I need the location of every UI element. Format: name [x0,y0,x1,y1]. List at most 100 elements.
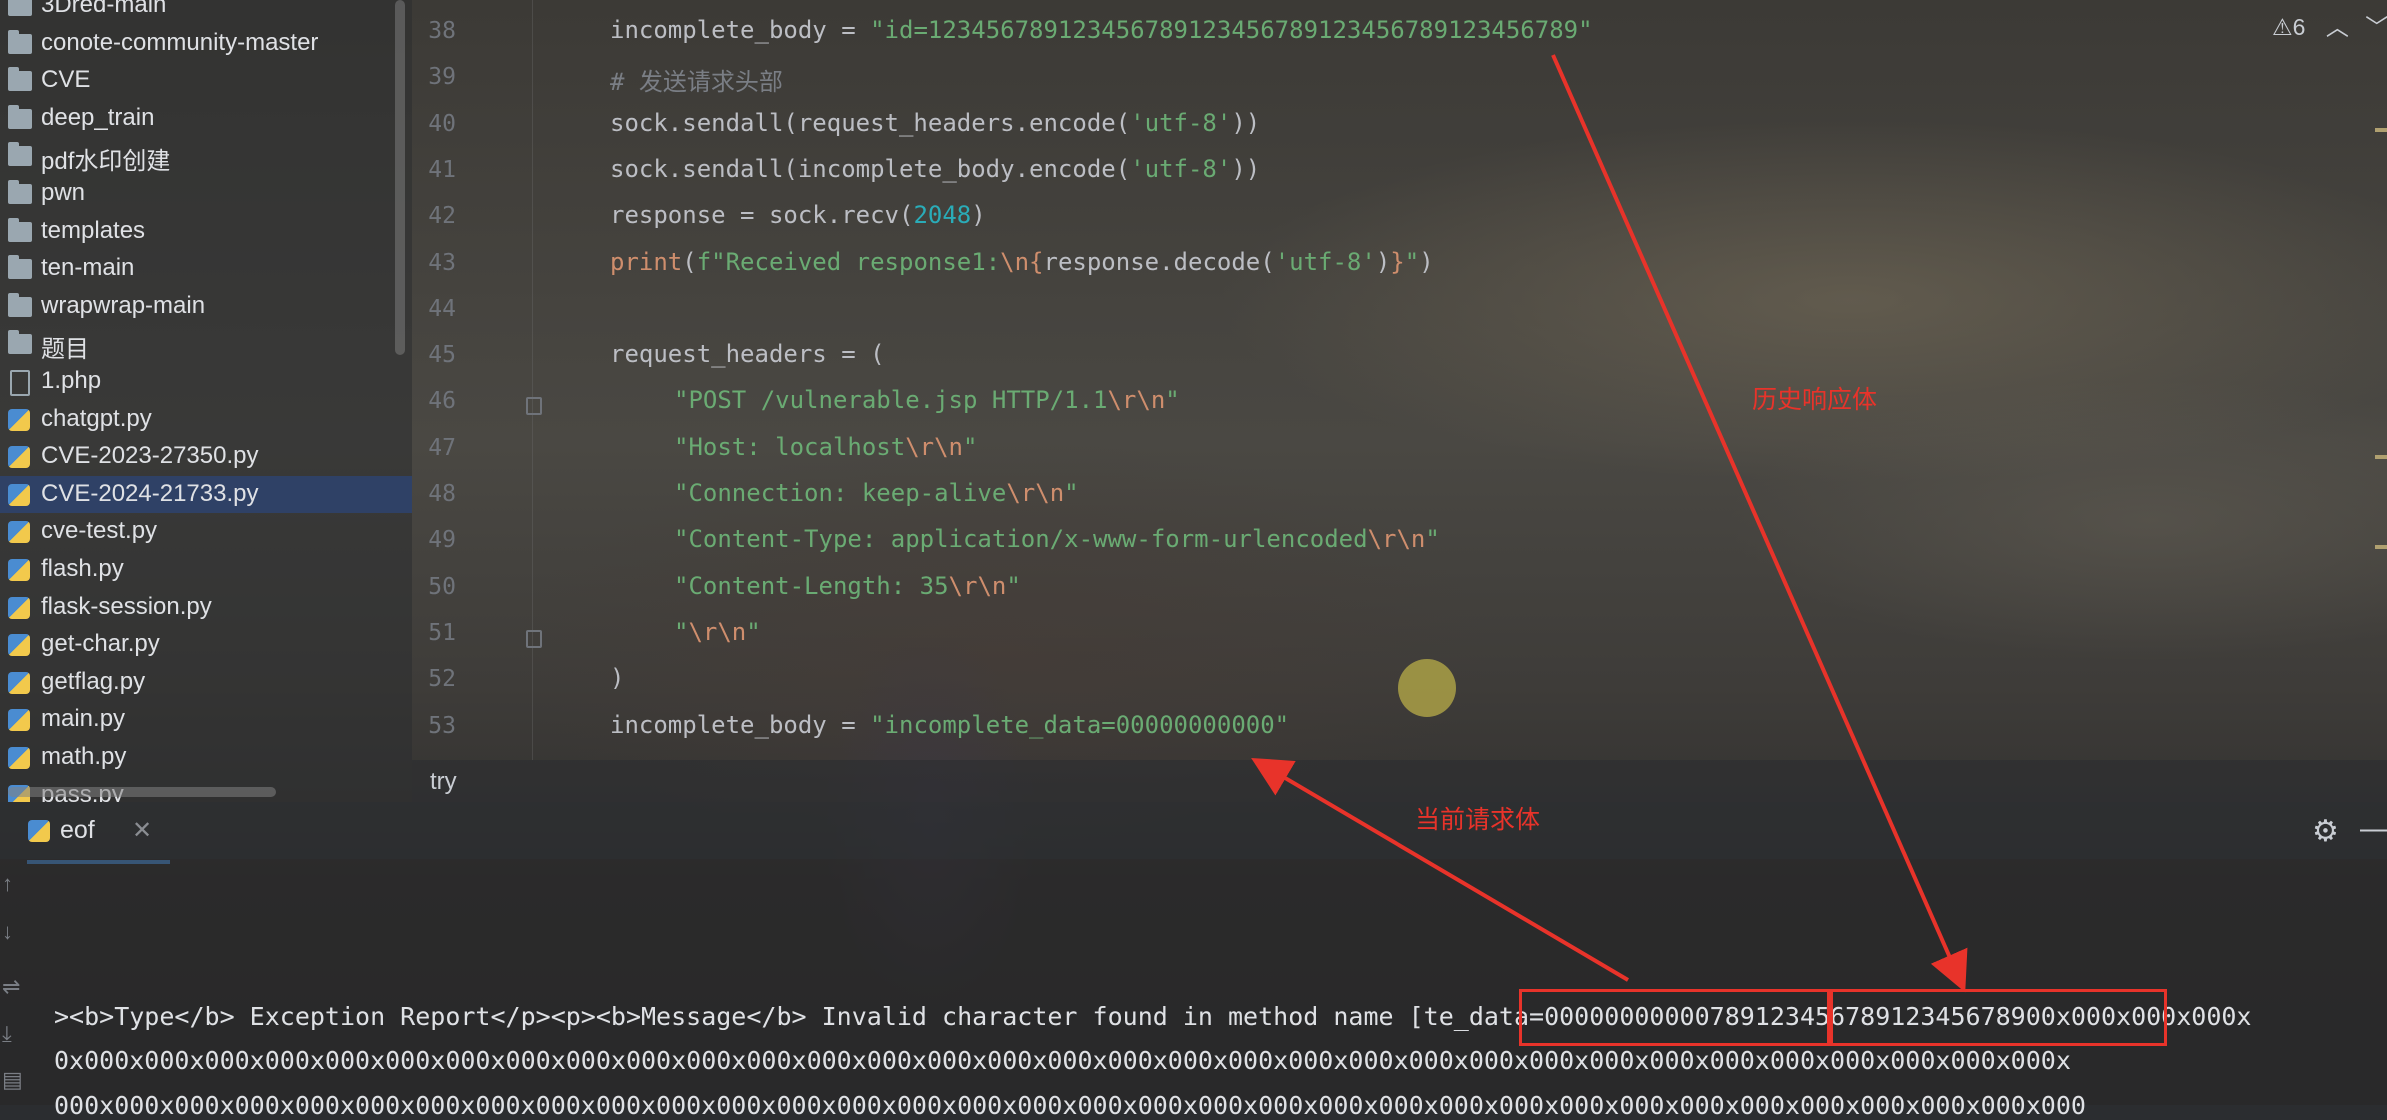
line-number: 53 [428,712,456,739]
tree-item-label: templates [41,216,146,244]
code-line[interactable]: "Content-Type: application/x-www-form-ur… [674,525,1440,553]
code-line[interactable]: incomplete_body = "id=123456789123456789… [610,16,1593,44]
tree-item[interactable]: 题目 [0,325,412,363]
code-line[interactable]: "Connection: keep-alive\r\n" [674,479,1079,507]
code-line[interactable]: # 发送请求头部 [610,62,783,97]
tree-item[interactable]: math.py [0,739,412,776]
fold-marker-icon[interactable] [526,630,542,648]
folder-icon [8,180,32,204]
code-line[interactable]: ) [610,664,624,692]
annotation-history-response-body: 历史响应体 [1752,386,1878,414]
code-line[interactable]: "Content-Length: 35\r\n" [674,572,1021,600]
code-line[interactable]: incomplete_body = "incomplete_data=00000… [610,711,1289,739]
tree-item[interactable]: templates [0,213,412,250]
chevron-up-icon[interactable]: ︿ [2326,14,2349,40]
code-line[interactable]: request_headers = ( [610,340,885,368]
tree-item-label: flash.py [41,555,124,582]
tree-item[interactable]: conote-community-master [0,25,412,62]
error-stripe-mark[interactable] [2375,545,2387,549]
code-editor[interactable]: ⚠6 ︿ ﹀ 38 incomplete_body = "id=123456789… [412,0,2387,760]
tree-item[interactable]: ten-main [0,250,412,287]
tree-item[interactable]: CVE-2023-27350.py [0,438,412,475]
folder-icon [8,255,32,280]
project-tree[interactable]: pass.pymath.pymain.pygetflag.pyget-char.… [0,0,412,802]
tree-item-label: cve-test.py [41,517,158,545]
soft-wrap-icon[interactable]: ⇌ [2,974,20,1000]
tree-item-label: CVE-2024-21733.py [41,479,259,507]
python-icon [28,820,50,842]
tree-item[interactable]: 1.php [0,363,412,400]
tree-item[interactable]: get-char.py [0,626,412,663]
close-icon[interactable]: ✕ [132,816,152,845]
tree-item[interactable]: main.py [0,701,412,738]
run-tab-label: eof [60,816,95,844]
tree-item[interactable]: pwn [0,175,412,212]
tree-item-label: CVE-2023-27350.py [41,442,259,470]
code-line[interactable]: "Host: localhost\r\n" [674,433,977,461]
tree-item[interactable]: getflag.py [0,664,412,701]
python-file-icon [8,671,30,694]
warning-count: 6 [2292,14,2306,40]
code-line[interactable]: sock.sendall(incomplete_body.encode('utf… [610,155,1260,183]
folder-icon [8,217,32,242]
tree-item-label: get-char.py [41,630,160,658]
tree-item[interactable]: flash.py [0,551,412,588]
tree-item-label: chatgpt.py [41,404,152,432]
code-line[interactable]: "POST /vulnerable.jsp HTTP/1.1\r\n" [674,386,1180,414]
line-number: 52 [428,666,456,693]
python-file-icon [8,521,30,544]
line-number: 47 [428,434,456,461]
line-number: 42 [428,203,456,230]
chevron-down-icon[interactable]: ﹀ [2365,14,2387,40]
tree-item-label: deep_train [41,103,155,131]
code-line[interactable]: sock.sendall(request_headers.encode('utf… [610,109,1260,137]
console-output-line: 000x000x000x000x000x000x000x000x000x000x… [54,1091,2086,1120]
python-file-icon [8,709,30,732]
tree-item-label: conote-community-master [41,28,319,56]
scroll-up-icon[interactable]: ↑ [2,871,13,897]
tree-item[interactable]: wrapwrap-main [0,288,412,325]
tree-item[interactable]: cve-test.py [0,513,412,550]
run-console[interactable]: ↑ ↓ ⇌ ⤓ ▤ ><b>Type</b> Exception Report<… [0,859,2387,1120]
error-stripe-mark[interactable] [2375,455,2387,459]
scroll-to-end-icon[interactable]: ⤓ [2,1021,12,1047]
tree-item-label: math.py [41,743,127,770]
tree-item[interactable]: flask-session.py [0,589,412,626]
tree-item[interactable]: chatgpt.py [0,401,412,438]
python-file-icon [8,634,30,657]
annotation-current-request-body: 当前请求体 [1415,806,1541,834]
line-number: 44 [428,295,456,322]
breadcrumb[interactable]: try [430,768,457,796]
folder-icon [8,29,32,54]
tree-item[interactable]: 3Dred-main [0,0,412,24]
line-number: 51 [428,619,456,646]
line-number: 41 [428,156,456,183]
scroll-down-icon[interactable]: ↓ [2,919,13,945]
console-output-line: 0x000x000x000x000x000x000x000x000x000x00… [54,1046,2071,1075]
mouse-cursor-highlight [1398,659,1456,717]
line-number: 49 [428,527,456,554]
line-number: 39 [428,64,456,91]
code-line[interactable]: print(f"Received response1:\n{response.d… [610,248,1434,276]
tree-item[interactable]: CVE-2024-21733.py [0,475,412,513]
gear-icon[interactable]: ⚙ [2312,814,2339,849]
project-tree-vertical-scrollbar[interactable] [395,0,405,355]
code-line[interactable]: response = sock.recv(2048) [610,201,986,229]
python-file-icon [8,596,30,619]
run-toolwindow-header: eof ✕ ⚙ — [0,802,2387,864]
tree-item[interactable]: CVE [0,62,412,99]
folder-icon [8,330,32,355]
line-number: 46 [428,388,456,415]
fold-marker-icon[interactable] [526,397,542,415]
error-stripe-mark[interactable] [2375,128,2387,132]
inspection-widget[interactable]: ⚠6 ︿ ﹀ [2272,8,2387,42]
highlight-box-history-body [1827,989,2167,1046]
line-number: 50 [428,573,456,600]
minimize-icon[interactable]: — [2360,812,2387,846]
project-tree-horizontal-scrollbar[interactable] [8,787,276,797]
tree-item[interactable]: deep_train [0,100,412,137]
print-icon[interactable]: ▤ [2,1067,23,1093]
tree-item[interactable]: pdf水印创建 [0,137,412,175]
tree-item-label: 1.php [41,367,102,394]
code-line[interactable]: "\r\n" [674,618,761,646]
